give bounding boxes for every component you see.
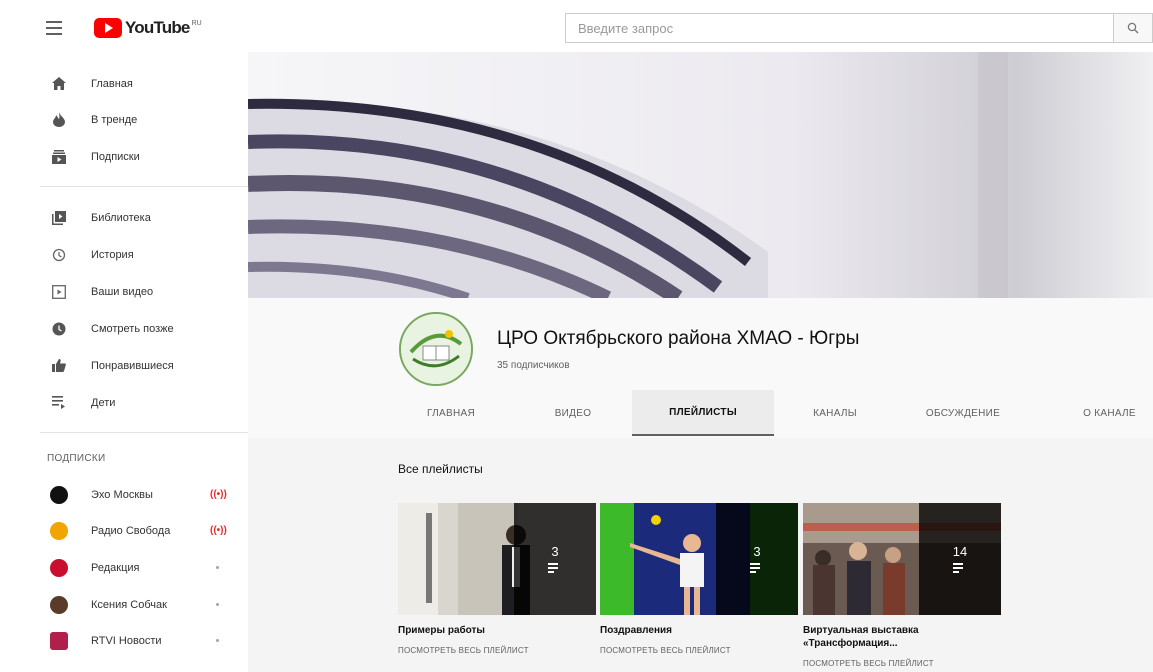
- sidebar-divider: [40, 432, 248, 433]
- playlist-card[interactable]: 14 Виртуальная выставка «Трансформация..…: [803, 503, 1001, 668]
- sidebar-subscription[interactable]: Редакция: [0, 549, 248, 586]
- playlist-overlay: 3: [514, 503, 596, 615]
- section-title: Все плейлисты: [398, 462, 483, 476]
- thumbs-up-icon: [50, 357, 68, 375]
- new-content-dot-icon: [216, 566, 219, 569]
- playlist-overlay: 3: [716, 503, 798, 615]
- sidebar-item-label: Смотреть позже: [91, 322, 174, 335]
- search-box: [565, 13, 1113, 43]
- tab-discussion[interactable]: ОБСУЖДЕНИЕ: [908, 390, 1018, 436]
- sidebar-item-library[interactable]: Библиотека: [0, 199, 248, 236]
- playlist-thumbnail[interactable]: 3: [398, 503, 596, 615]
- playlist-video-count: 3: [753, 543, 761, 559]
- playlist-video-count: 14: [952, 543, 968, 559]
- tab-home[interactable]: ГЛАВНАЯ: [416, 390, 486, 436]
- sidebar-item-kids[interactable]: Дети: [0, 384, 248, 421]
- logo-text: YouTube: [125, 18, 190, 37]
- playlist-icon: [750, 562, 764, 575]
- sidebar-subscription[interactable]: Эхо Москвы ((•)): [0, 476, 248, 513]
- sidebar-item-label: Главная: [91, 77, 133, 90]
- sidebar-item-your-videos[interactable]: Ваши видео: [0, 273, 248, 310]
- subscriptions-header: ПОДПИСКИ: [47, 453, 106, 464]
- library-icon: [50, 209, 68, 227]
- sidebar-item-label: История: [91, 248, 134, 261]
- search-input[interactable]: [566, 14, 1113, 42]
- sidebar-item-label: Понравившиеся: [91, 359, 174, 372]
- menu-icon[interactable]: [46, 21, 62, 35]
- sidebar-item-label: В тренде: [91, 113, 138, 126]
- live-icon: ((•)): [210, 525, 227, 536]
- sidebar-item-subscriptions[interactable]: Подписки: [0, 138, 248, 175]
- sidebar-subscription[interactable]: Ксения Собчак: [0, 586, 248, 623]
- channel-banner: [248, 52, 1153, 298]
- playlist-icon: [953, 562, 967, 575]
- sidebar-item-watch-later[interactable]: Смотреть позже: [0, 310, 248, 347]
- youtube-play-icon: [94, 18, 122, 38]
- sidebar-item-label: Подписки: [91, 150, 140, 163]
- playlist-title[interactable]: Примеры работы: [398, 624, 596, 637]
- sidebar-divider: [40, 186, 248, 187]
- trending-icon: [50, 111, 68, 129]
- search-button[interactable]: [1113, 13, 1153, 43]
- view-full-playlist-link[interactable]: ПОСМОТРЕТЬ ВЕСЬ ПЛЕЙЛИСТ: [600, 646, 798, 655]
- playlist-title[interactable]: Поздравления: [600, 624, 798, 637]
- home-icon: [50, 75, 68, 93]
- your-videos-icon: [50, 283, 68, 301]
- sidebar-subscription[interactable]: Радио Свобода ((•)): [0, 512, 248, 549]
- sidebar-item-history[interactable]: История: [0, 236, 248, 273]
- avatar: [50, 485, 68, 504]
- channel-avatar[interactable]: [399, 312, 473, 386]
- subscription-label: Эхо Москвы: [91, 488, 153, 501]
- view-full-playlist-link[interactable]: ПОСМОТРЕТЬ ВЕСЬ ПЛЕЙЛИСТ: [803, 659, 1001, 668]
- sidebar-item-home[interactable]: Главная: [0, 65, 248, 102]
- youtube-logo[interactable]: YouTube RU: [94, 16, 202, 40]
- playlist-video-count: 3: [551, 543, 559, 559]
- sidebar-item-liked[interactable]: Понравившиеся: [0, 347, 248, 384]
- channel-title: ЦРО Октябрьского района ХМАО - Югры: [497, 328, 860, 349]
- playlist-card[interactable]: 3 Примеры работы ПОСМОТРЕТЬ ВЕСЬ ПЛЕЙЛИС…: [398, 503, 596, 655]
- subscriptions-icon: [50, 148, 68, 166]
- sidebar-item-label: Дети: [91, 396, 116, 409]
- watch-later-icon: [50, 320, 68, 338]
- subscription-label: Ксения Собчак: [91, 598, 167, 611]
- avatar: [50, 558, 68, 577]
- live-icon: ((•)): [210, 489, 227, 500]
- playlist-icon: [548, 562, 562, 575]
- top-bar: YouTube RU: [0, 0, 1153, 56]
- playlist-title[interactable]: Виртуальная выставка «Трансформация...: [803, 624, 953, 650]
- playlist-overlay: 14: [919, 503, 1001, 615]
- sidebar: Главная В тренде Подписки Библиотека Ист…: [0, 56, 248, 672]
- avatar: [50, 631, 68, 650]
- subscriber-count: 35 подписчиков: [497, 360, 570, 371]
- tab-about[interactable]: О КАНАЛЕ: [1066, 390, 1153, 436]
- history-icon: [50, 246, 68, 264]
- subscription-label: RTVI Новости: [91, 634, 162, 647]
- new-content-dot-icon: [216, 639, 219, 642]
- sidebar-item-label: Ваши видео: [91, 285, 154, 298]
- new-content-dot-icon: [216, 603, 219, 606]
- subscription-label: Радио Свобода: [91, 524, 171, 537]
- subscription-label: Редакция: [91, 561, 140, 574]
- sidebar-item-label: Библиотека: [91, 211, 151, 224]
- channel-tabs: ГЛАВНАЯ ВИДЕО ПЛЕЙЛИСТЫ КАНАЛЫ ОБСУЖДЕНИ…: [248, 390, 1153, 438]
- tab-channels[interactable]: КАНАЛЫ: [795, 390, 875, 436]
- playlist-thumbnail[interactable]: 14: [803, 503, 1001, 615]
- tab-videos[interactable]: ВИДЕО: [538, 390, 608, 436]
- view-full-playlist-link[interactable]: ПОСМОТРЕТЬ ВЕСЬ ПЛЕЙЛИСТ: [398, 646, 596, 655]
- playlist-icon: [50, 394, 68, 412]
- avatar: [50, 595, 68, 614]
- tab-playlists[interactable]: ПЛЕЙЛИСТЫ: [632, 390, 774, 436]
- logo-region: RU: [191, 19, 202, 27]
- sidebar-subscription[interactable]: RTVI Новости: [0, 622, 248, 659]
- sidebar-item-trending[interactable]: В тренде: [0, 101, 248, 138]
- playlist-card[interactable]: 3 Поздравления ПОСМОТРЕТЬ ВЕСЬ ПЛЕЙЛИСТ: [600, 503, 798, 655]
- playlist-thumbnail[interactable]: 3: [600, 503, 798, 615]
- avatar: [50, 521, 68, 540]
- search-icon: [1127, 22, 1139, 34]
